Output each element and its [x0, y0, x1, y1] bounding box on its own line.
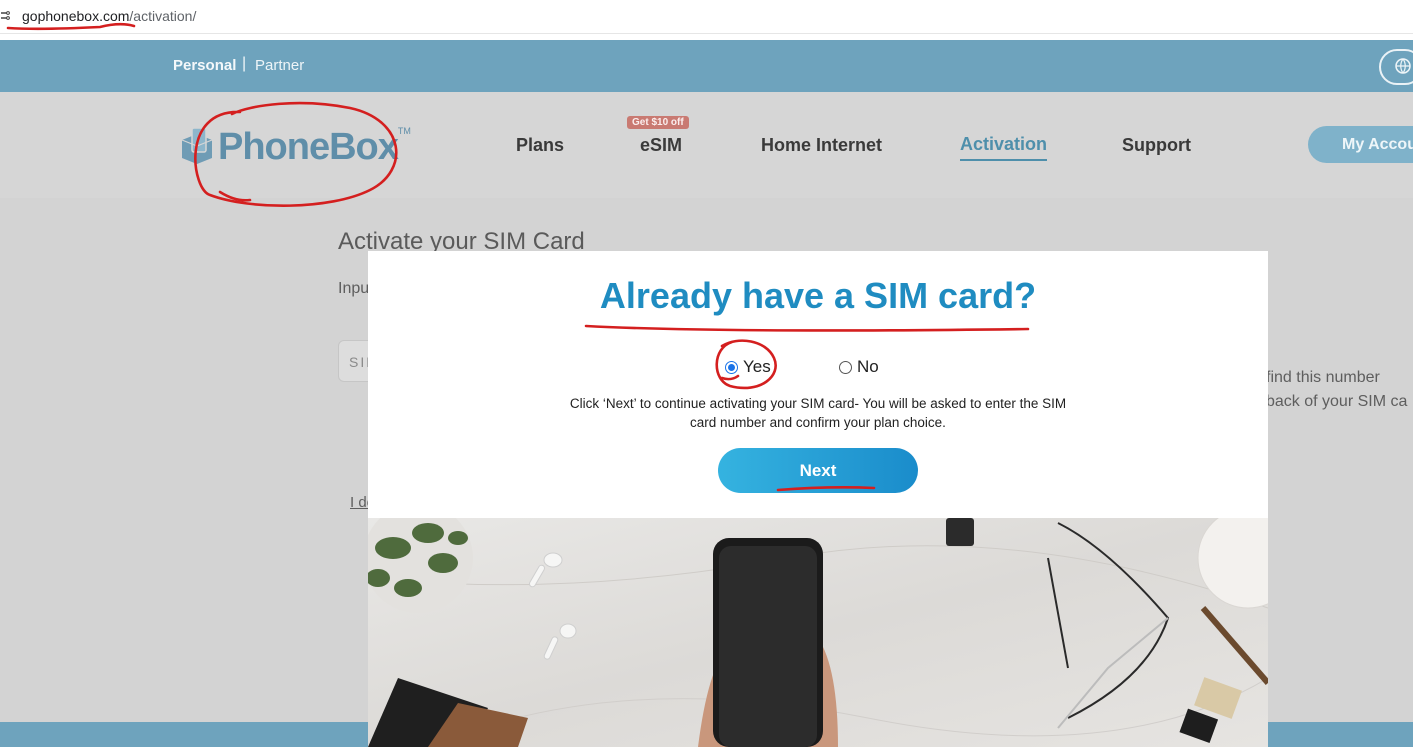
logo-text: PhoneBox	[218, 125, 399, 168]
nav-esim[interactable]: eSIM	[640, 135, 682, 156]
esim-promo-badge: Get $10 off	[627, 116, 689, 129]
modal-title: Already have a SIM card?	[599, 275, 1037, 316]
next-button[interactable]: Next	[718, 448, 918, 493]
logo-trademark: TM	[397, 126, 411, 136]
radio-no-button[interactable]	[839, 360, 852, 374]
hands-holding-phone-photo	[368, 518, 1268, 747]
segment-bar: Personal | Partner	[0, 40, 1413, 92]
my-account-button[interactable]: My Account	[1308, 126, 1413, 163]
modal-description: Click ‘Next’ to continue activating your…	[569, 396, 1067, 430]
input-instruction: Inpu	[338, 280, 370, 297]
nav-activation[interactable]: Activation	[960, 134, 1048, 161]
helper-line-2: back of your SIM ca	[1266, 393, 1408, 410]
url-domain: gophonebox.com	[22, 8, 130, 24]
radio-yes[interactable]: Yes	[725, 357, 771, 377]
site-info-icon[interactable]	[0, 9, 10, 21]
sim-helper-text: find this number back of your SIM ca	[1266, 366, 1407, 414]
segment-partner[interactable]: Partner	[255, 57, 304, 74]
radio-yes-button[interactable]	[725, 360, 738, 374]
phone-box-logo-icon	[180, 126, 214, 168]
browser-url-bar[interactable]: gophonebox.com/activation/	[0, 0, 1413, 34]
segment-personal[interactable]: Personal	[173, 57, 236, 74]
nav-plans[interactable]: Plans	[516, 135, 564, 156]
segment-separator: |	[242, 55, 247, 72]
main-nav: PhoneBox TM Plans Get $10 off eSIM Home …	[0, 92, 1413, 198]
nav-support[interactable]: Support	[1122, 135, 1191, 156]
helper-line-1: find this number	[1266, 369, 1380, 386]
phonebox-logo[interactable]: PhoneBox TM	[180, 122, 411, 172]
language-button[interactable]	[1379, 49, 1413, 85]
nav-home-internet[interactable]: Home Internet	[761, 135, 882, 156]
sim-card-modal: Already have a SIM card? Yes No Click ‘N…	[368, 251, 1268, 747]
radio-no[interactable]: No	[839, 357, 879, 377]
radio-no-label: No	[857, 357, 879, 376]
url-text[interactable]: gophonebox.com/activation/	[22, 8, 196, 24]
url-path: /activation/	[129, 8, 197, 24]
radio-yes-label: Yes	[743, 357, 771, 376]
